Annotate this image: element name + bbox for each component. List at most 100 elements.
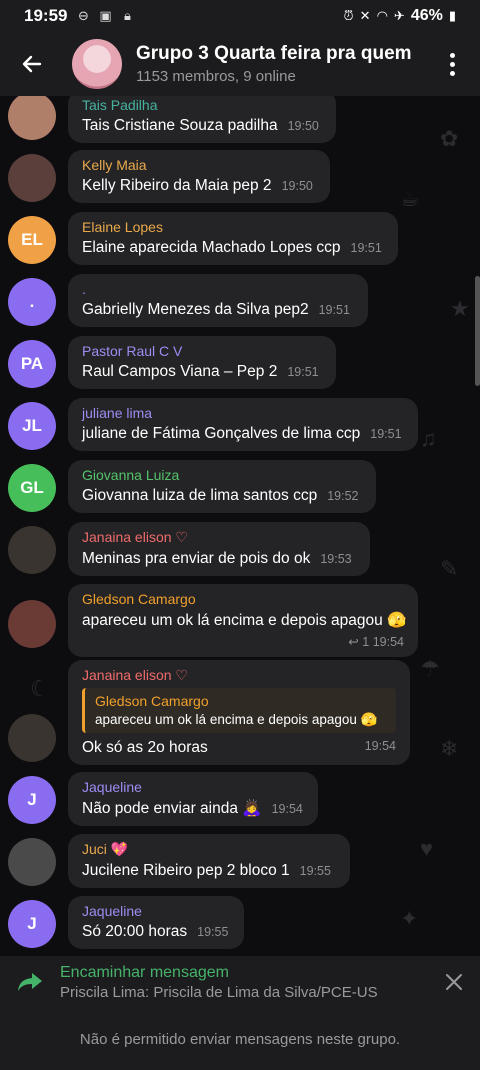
doodle-icon: ☾: [30, 676, 50, 701]
message-text: juliane de Fátima Gonçalves de lima ccp: [82, 425, 361, 442]
alarm-icon: ⏰︎: [343, 8, 354, 23]
message-list[interactable]: ✿ ☕︎ ★ ♫ ✎ ☂ ❄ ♥ ☾ ✦ Tais Padilha Tais C…: [0, 96, 480, 956]
chat-scrollbar[interactable]: [475, 276, 480, 386]
close-icon: [446, 974, 462, 990]
message-text: Ok só as 2o horas: [82, 739, 208, 756]
airplane-icon: ✈: [393, 8, 405, 23]
status-notification-icons: ⊖ ▣ 🔒︎: [75, 8, 135, 24]
message-time: 19:51: [370, 427, 402, 441]
message-time: 19:54: [372, 635, 404, 649]
message-bubble[interactable]: juliane lima juliane de Fátima Gonçalves…: [68, 398, 418, 451]
message-text: Raul Campos Viana – Pep 2: [82, 363, 278, 380]
message-text: Giovanna luiza de lima santos ccp: [82, 487, 318, 504]
message-bubble[interactable]: Tais Padilha Tais Cristiane Souza padilh…: [68, 96, 336, 143]
forward-arrow-icon: [0, 971, 60, 993]
message-bubble[interactable]: Jaqueline Não pode enviar ainda 🙇‍♀️ 19:5…: [68, 772, 318, 826]
message-time: 19:51: [318, 303, 350, 317]
message-time: 19:55: [197, 925, 229, 939]
user-avatar[interactable]: [8, 838, 56, 886]
chat-header: Grupo 3 Quarta feira pra quem 1153 membr…: [0, 32, 480, 96]
author-name[interactable]: Janaina elison ♡: [82, 529, 356, 546]
author-name[interactable]: Janaina elison ♡: [82, 667, 396, 684]
status-bar: 19:59 ⊖ ▣ 🔒︎ ⏰︎ ✕ ◠ ✈ 46% ▮: [0, 0, 480, 32]
group-avatar[interactable]: [72, 39, 122, 89]
arrow-left-icon: [22, 55, 42, 73]
message-bubble[interactable]: Pastor Raul C V Raul Campos Viana – Pep …: [68, 336, 336, 389]
author-name[interactable]: .: [82, 281, 354, 297]
more-vert-icon: [449, 52, 455, 58]
message-bubble[interactable]: Jaqueline Só 20:00 horas 19:55: [68, 896, 244, 949]
message-text: Só 20:00 horas: [82, 923, 188, 940]
back-button[interactable]: [0, 32, 64, 96]
author-name[interactable]: Pastor Raul C V: [82, 343, 322, 359]
doodle-icon: ✦: [400, 906, 419, 931]
author-name[interactable]: juliane lima: [82, 405, 404, 421]
doodle-icon: ★: [450, 296, 470, 321]
user-avatar[interactable]: [8, 714, 56, 762]
group-subtitle: 1153 membros, 9 online: [136, 68, 296, 85]
user-avatar[interactable]: [8, 96, 56, 140]
author-name[interactable]: Juci 💖: [82, 841, 336, 858]
message-text: Meninas pra enviar de pois do ok: [82, 550, 311, 567]
message-time: 19:55: [299, 864, 331, 878]
user-avatar[interactable]: .: [8, 278, 56, 326]
forward-message-bar[interactable]: Encaminhar mensagem Priscila Lima: Prisc…: [0, 956, 480, 1008]
message-bubble[interactable]: Giovanna Luiza Giovanna luiza de lima sa…: [68, 460, 376, 513]
forward-preview: Priscila Lima: Priscila de Lima da Silva…: [60, 983, 378, 1001]
message-time: 19:51: [287, 365, 319, 379]
message-text: Elaine aparecida Machado Lopes ccp: [82, 239, 341, 256]
message-bubble[interactable]: Janaina elison ♡ Gledson Camargo aparece…: [68, 660, 410, 765]
message-text: Gabrielly Menezes da Silva pep2: [82, 301, 309, 318]
user-avatar[interactable]: GL: [8, 464, 56, 512]
message-time: 19:54: [271, 802, 303, 816]
author-name[interactable]: Kelly Maia: [82, 157, 316, 173]
forward-title: Encaminhar mensagem: [60, 963, 229, 981]
user-avatar[interactable]: [8, 600, 56, 648]
group-info[interactable]: Grupo 3 Quarta feira pra quem 1153 membr…: [136, 43, 426, 85]
user-avatar[interactable]: JL: [8, 402, 56, 450]
message-time: 19:50: [281, 179, 313, 193]
doodle-icon: ✎: [440, 556, 459, 581]
message-bubble[interactable]: Janaina elison ♡ Meninas pra enviar de p…: [68, 522, 370, 576]
message-time: 19:51: [350, 241, 382, 255]
reply-count[interactable]: 1: [362, 635, 369, 649]
more-options-button[interactable]: [436, 48, 468, 80]
message-bubble[interactable]: Kelly Maia Kelly Ribeiro da Maia pep 2 19…: [68, 150, 330, 203]
author-name[interactable]: Jaqueline: [82, 903, 230, 919]
author-name[interactable]: Elaine Lopes: [82, 219, 384, 235]
doodle-icon: ♫: [420, 426, 437, 451]
message-bubble[interactable]: Elaine Lopes Elaine aparecida Machado Lo…: [68, 212, 398, 265]
message-text: apareceu um ok lá encima e depois apagou…: [82, 612, 407, 629]
message-text: Tais Cristiane Souza padilha: [82, 117, 278, 134]
user-avatar[interactable]: PA: [8, 340, 56, 388]
quoted-author: Gledson Camargo: [95, 693, 209, 709]
user-avatar[interactable]: J: [8, 776, 56, 824]
lock-icon: 🔒︎: [124, 8, 131, 23]
battery-level: 46%: [410, 7, 443, 24]
author-name[interactable]: Tais Padilha: [82, 97, 322, 113]
group-title: Grupo 3 Quarta feira pra quem: [136, 43, 412, 64]
quoted-reply[interactable]: Gledson Camargo apareceu um ok lá encima…: [82, 688, 396, 733]
user-avatar[interactable]: J: [8, 900, 56, 948]
message-time: 19:52: [327, 489, 359, 503]
user-avatar[interactable]: [8, 154, 56, 202]
quoted-text: apareceu um ok lá encima e depois apagou…: [95, 712, 378, 727]
doodle-icon: ❄: [440, 736, 459, 761]
message-bubble[interactable]: . Gabrielly Menezes da Silva pep2 19:51: [68, 274, 368, 327]
mute-icon: ✕: [359, 8, 371, 23]
message-bubble[interactable]: Juci 💖 Jucilene Ribeiro pep 2 bloco 1 19:…: [68, 834, 350, 888]
close-forward-button[interactable]: [428, 956, 480, 1008]
reply-arrow-icon: ↩: [348, 635, 359, 649]
author-name[interactable]: Jaqueline: [82, 779, 304, 795]
author-name[interactable]: Giovanna Luiza: [82, 467, 362, 483]
status-time: 19:59: [24, 6, 68, 25]
message-text: Não pode enviar ainda 🙇‍♀️: [82, 800, 262, 817]
battery-icon: ▮: [448, 8, 456, 23]
author-name[interactable]: Gledson Camargo: [82, 591, 404, 607]
user-avatar[interactable]: EL: [8, 216, 56, 264]
doodle-icon: ☂: [420, 656, 440, 681]
user-avatar[interactable]: [8, 526, 56, 574]
message-bubble[interactable]: Gledson Camargo apareceu um ok lá encima…: [68, 584, 418, 657]
wifi-icon: ◠: [376, 8, 388, 23]
doodle-icon: ♥: [420, 836, 434, 861]
